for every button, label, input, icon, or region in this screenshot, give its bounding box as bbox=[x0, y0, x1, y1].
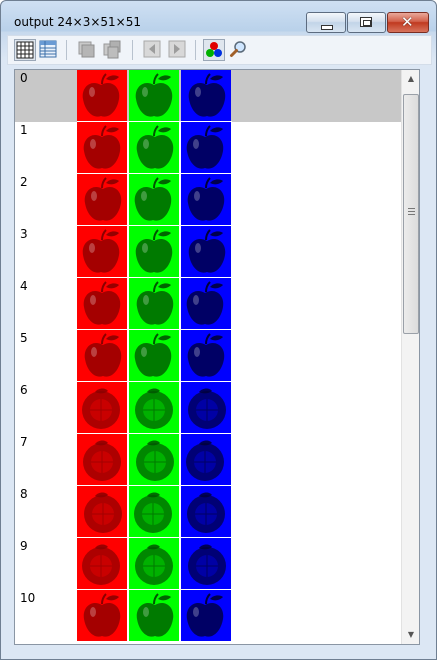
stack-multi-button[interactable] bbox=[102, 39, 124, 61]
close-icon: ✕ bbox=[401, 13, 414, 31]
row-index-label: 8 bbox=[20, 487, 28, 501]
channel-image-green[interactable] bbox=[129, 122, 179, 173]
rgb-channels-button[interactable] bbox=[203, 39, 225, 61]
scroll-down-icon[interactable]: ▼ bbox=[402, 626, 419, 644]
channel-image-green[interactable] bbox=[129, 486, 179, 537]
app-window: output 24×3×51×51 ✕ 0 1 2 3 4 5 6 7 8 9 … bbox=[0, 0, 437, 660]
row-index-label: 4 bbox=[20, 279, 28, 293]
channel-image-green[interactable] bbox=[129, 538, 179, 589]
channel-image-green[interactable] bbox=[129, 590, 179, 641]
title-bar[interactable]: output 24×3×51×51 ✕ bbox=[1, 1, 436, 33]
previous-icon bbox=[143, 40, 161, 58]
scrollbar-thumb[interactable] bbox=[403, 94, 419, 334]
row-index-label: 10 bbox=[20, 591, 36, 605]
image-grid[interactable]: 0 1 2 3 4 5 6 7 8 9 10 ▲ ▼ bbox=[14, 69, 420, 645]
channel-image-blue[interactable] bbox=[181, 382, 231, 433]
channel-image-green[interactable] bbox=[129, 278, 179, 329]
channel-image-red[interactable] bbox=[77, 590, 127, 641]
channel-image-blue[interactable] bbox=[181, 278, 231, 329]
grid-row[interactable]: 10 bbox=[15, 590, 401, 642]
row-index-label: 9 bbox=[20, 539, 28, 553]
channel-image-red[interactable] bbox=[77, 174, 127, 225]
channel-image-blue[interactable] bbox=[181, 538, 231, 589]
channel-image-red[interactable] bbox=[77, 330, 127, 381]
row-index-label: 7 bbox=[20, 435, 28, 449]
channel-image-red[interactable] bbox=[77, 538, 127, 589]
channel-image-red[interactable] bbox=[77, 382, 127, 433]
window-title: output 24×3×51×51 bbox=[14, 15, 142, 29]
table-view-icon bbox=[39, 40, 57, 58]
maximize-icon bbox=[360, 17, 372, 27]
zoom-button[interactable] bbox=[229, 39, 251, 61]
maximize-button[interactable] bbox=[347, 12, 386, 33]
channel-image-red[interactable] bbox=[77, 70, 127, 121]
channel-image-blue[interactable] bbox=[181, 330, 231, 381]
zoom-icon bbox=[230, 41, 246, 57]
grid-row[interactable]: 5 bbox=[15, 330, 401, 382]
next-button[interactable] bbox=[167, 39, 189, 61]
grid-row[interactable]: 3 bbox=[15, 226, 401, 278]
grid-row[interactable]: 2 bbox=[15, 174, 401, 226]
channel-image-blue[interactable] bbox=[181, 226, 231, 277]
channel-image-blue[interactable] bbox=[181, 174, 231, 225]
row-index-label: 0 bbox=[20, 71, 28, 85]
channel-image-green[interactable] bbox=[129, 70, 179, 121]
channel-image-blue[interactable] bbox=[181, 590, 231, 641]
vertical-scrollbar[interactable]: ▲ ▼ bbox=[401, 70, 419, 644]
stack-button[interactable] bbox=[76, 39, 98, 61]
grid-row[interactable]: 9 bbox=[15, 538, 401, 590]
toolbar bbox=[7, 35, 432, 65]
row-index-label: 3 bbox=[20, 227, 28, 241]
channel-image-green[interactable] bbox=[129, 226, 179, 277]
row-index-label: 6 bbox=[20, 383, 28, 397]
channel-image-red[interactable] bbox=[77, 434, 127, 485]
row-index-label: 5 bbox=[20, 331, 28, 345]
channel-image-red[interactable] bbox=[77, 226, 127, 277]
grid-row[interactable]: 0 bbox=[15, 70, 401, 122]
row-index-label: 2 bbox=[20, 175, 28, 189]
table-view-button[interactable] bbox=[38, 39, 60, 61]
channel-image-green[interactable] bbox=[129, 434, 179, 485]
grid-row[interactable]: 7 bbox=[15, 434, 401, 486]
previous-button[interactable] bbox=[142, 39, 164, 61]
grid-row[interactable]: 1 bbox=[15, 122, 401, 174]
grid-row[interactable]: 4 bbox=[15, 278, 401, 330]
grid-view-button[interactable] bbox=[14, 39, 36, 61]
channel-image-blue[interactable] bbox=[181, 486, 231, 537]
channel-image-green[interactable] bbox=[129, 382, 179, 433]
channel-image-red[interactable] bbox=[77, 122, 127, 173]
channel-image-blue[interactable] bbox=[181, 70, 231, 121]
stack-icon bbox=[78, 41, 95, 58]
next-icon bbox=[168, 40, 186, 58]
scroll-up-icon[interactable]: ▲ bbox=[402, 70, 419, 88]
grid-row[interactable]: 8 bbox=[15, 486, 401, 538]
minimize-button[interactable] bbox=[306, 12, 346, 33]
close-button[interactable]: ✕ bbox=[387, 12, 429, 33]
channel-image-red[interactable] bbox=[77, 486, 127, 537]
channel-image-green[interactable] bbox=[129, 174, 179, 225]
channel-image-green[interactable] bbox=[129, 330, 179, 381]
rgb-channels-icon bbox=[206, 42, 222, 57]
stack-multi-icon bbox=[103, 40, 121, 59]
grid-row[interactable]: 6 bbox=[15, 382, 401, 434]
channel-image-blue[interactable] bbox=[181, 122, 231, 173]
row-index-label: 1 bbox=[20, 123, 28, 137]
grid-view-icon bbox=[16, 41, 34, 59]
channel-image-red[interactable] bbox=[77, 278, 127, 329]
minimize-icon bbox=[321, 25, 333, 30]
channel-image-blue[interactable] bbox=[181, 434, 231, 485]
